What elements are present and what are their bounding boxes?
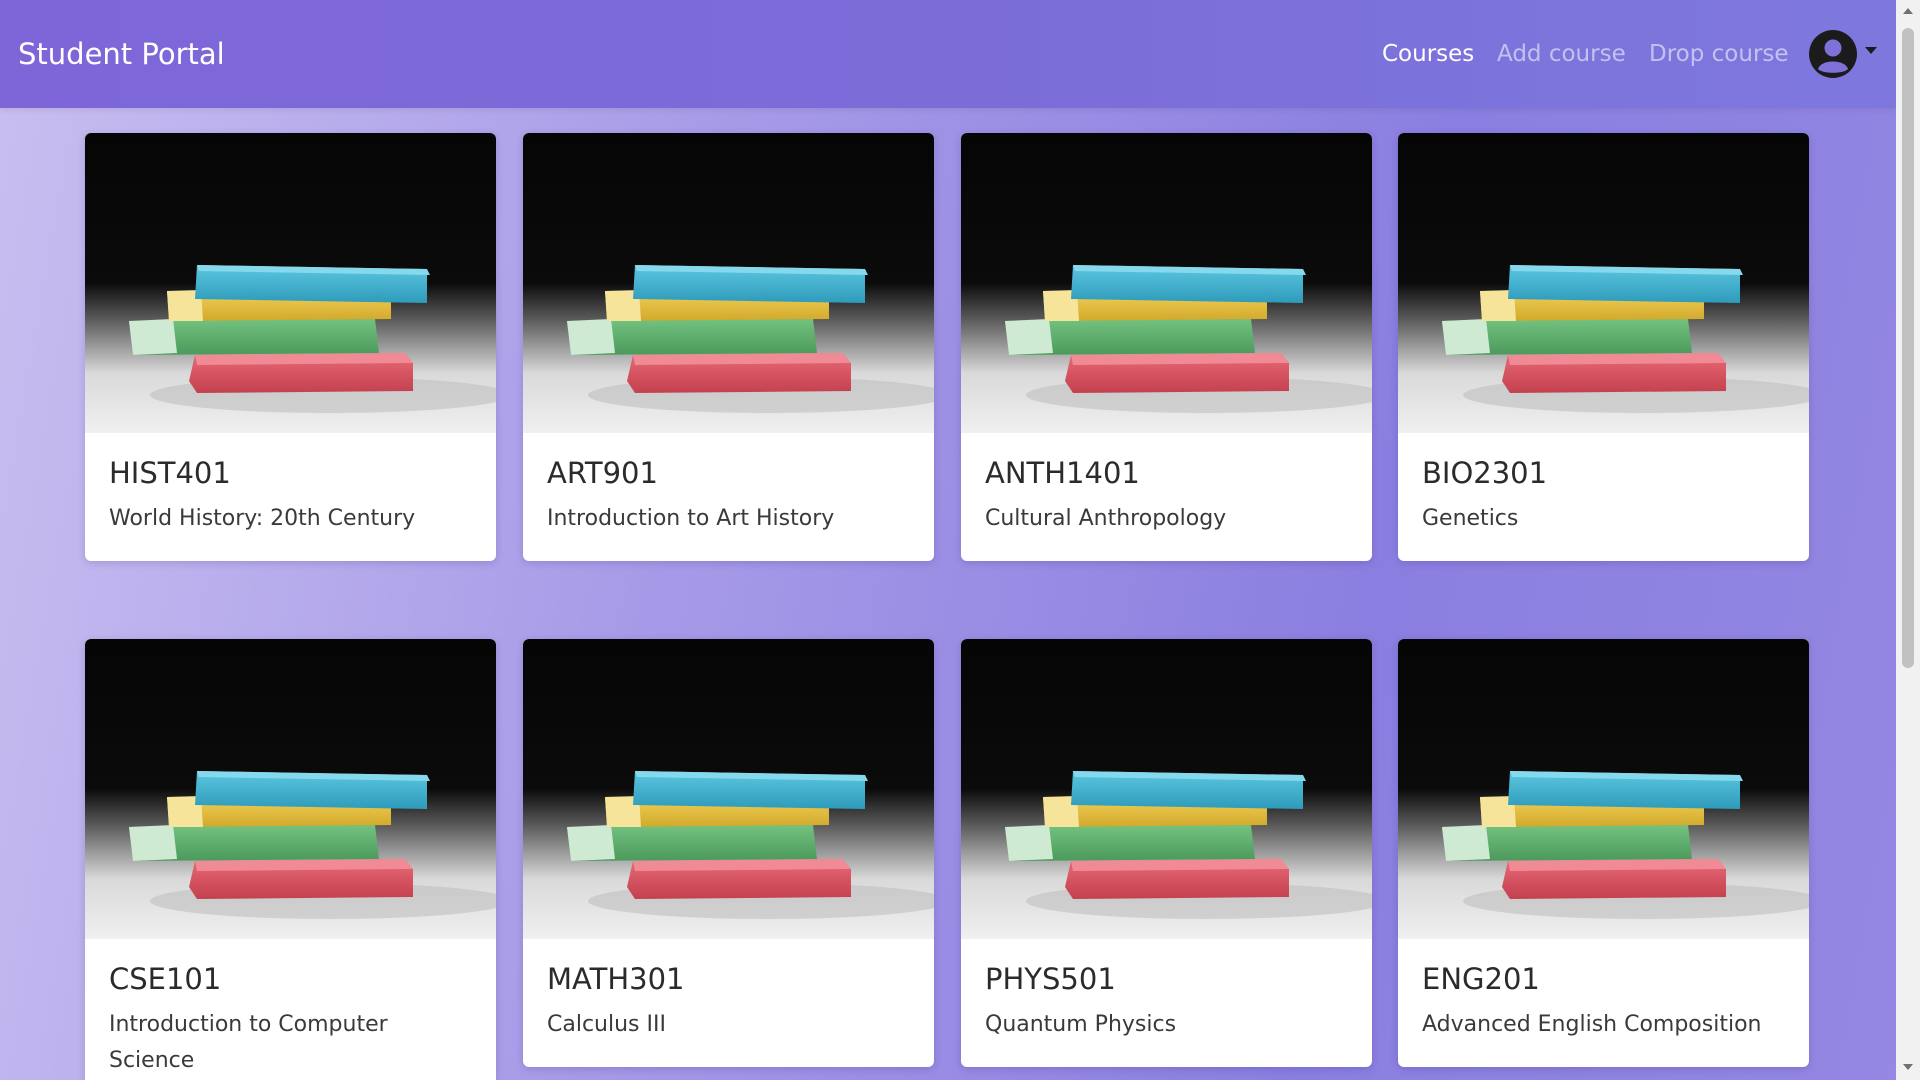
course-name: Calculus III xyxy=(547,1012,666,1037)
course-image xyxy=(961,133,1372,433)
nav-link-courses[interactable]: Courses xyxy=(1382,38,1474,70)
course-card[interactable]: HIST401 World History: 20th Century xyxy=(85,133,496,561)
course-card[interactable]: ANTH1401 Cultural Anthropology xyxy=(961,133,1372,561)
chevron-down-icon xyxy=(1865,47,1877,54)
user-menu-toggle[interactable] xyxy=(1808,29,1880,79)
course-code: PHYS501 xyxy=(985,962,1116,996)
course-image xyxy=(1398,133,1809,433)
course-name: World History: 20th Century xyxy=(109,506,416,531)
course-name: Introduction to Art History xyxy=(547,506,835,531)
course-name: Advanced English Composition xyxy=(1422,1012,1762,1037)
nav-link-drop-course[interactable]: Drop course xyxy=(1649,38,1789,70)
course-card[interactable]: MATH301 Calculus III xyxy=(523,639,934,1067)
course-name: Quantum Physics xyxy=(985,1012,1177,1037)
user-circle-icon xyxy=(1809,30,1857,78)
course-code: ANTH1401 xyxy=(985,456,1140,490)
course-image xyxy=(523,639,934,939)
course-code: MATH301 xyxy=(547,962,685,996)
course-code: CSE101 xyxy=(109,962,222,996)
course-name: Introduction to Computer Science xyxy=(109,1012,388,1073)
scroll-up-arrow-icon[interactable] xyxy=(1903,8,1913,14)
brand-title[interactable]: Student Portal xyxy=(18,34,225,74)
course-image xyxy=(85,133,496,433)
course-code: BIO2301 xyxy=(1422,456,1548,490)
course-card[interactable]: ART901 Introduction to Art History xyxy=(523,133,934,561)
course-image xyxy=(961,639,1372,939)
course-code: HIST401 xyxy=(109,456,231,490)
course-image xyxy=(523,133,934,433)
vertical-scrollbar[interactable] xyxy=(1896,0,1920,1080)
course-card[interactable]: ENG201 Advanced English Composition xyxy=(1398,639,1809,1067)
course-card[interactable]: PHYS501 Quantum Physics xyxy=(961,639,1372,1067)
course-code: ART901 xyxy=(547,456,658,490)
nav-link-add-course[interactable]: Add course xyxy=(1497,38,1626,70)
course-card[interactable]: CSE101 Introduction to Computer Science xyxy=(85,639,496,1080)
course-code: ENG201 xyxy=(1422,962,1540,996)
course-name: Cultural Anthropology xyxy=(985,506,1227,531)
course-image xyxy=(1398,639,1809,939)
course-image xyxy=(85,639,496,939)
scrollbar-thumb[interactable] xyxy=(1902,28,1914,668)
scroll-down-arrow-icon[interactable] xyxy=(1903,1064,1913,1070)
course-card[interactable]: BIO2301 Genetics xyxy=(1398,133,1809,561)
course-name: Genetics xyxy=(1422,506,1519,531)
top-navbar: Student Portal Courses Add course Drop c… xyxy=(0,0,1896,108)
